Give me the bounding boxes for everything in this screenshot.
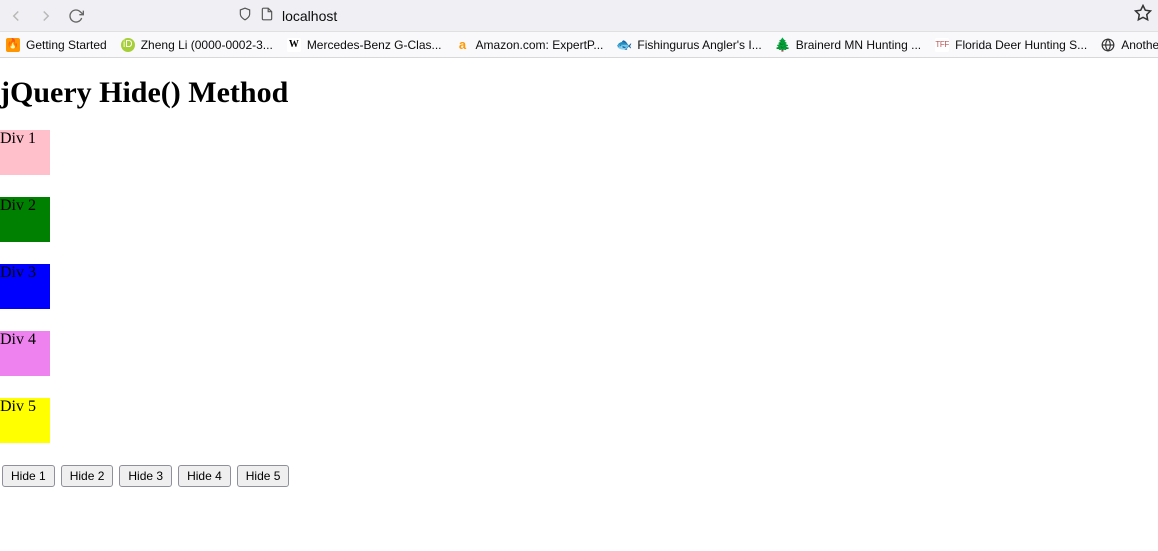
url-bar[interactable]: localhost: [238, 7, 1126, 24]
hide-1-button[interactable]: Hide 1: [2, 465, 55, 487]
bookmark-star-icon[interactable]: [1134, 4, 1152, 27]
browser-toolbar: localhost: [0, 0, 1158, 32]
bookmark-label: Another res: [1121, 38, 1158, 52]
buttons-row: Hide 1 Hide 2 Hide 3 Hide 4 Hide 5: [0, 465, 1158, 487]
tff-icon: TFF: [935, 38, 949, 52]
page-content: jQuery Hide() Method Div 1 Div 2 Div 3 D…: [0, 76, 1158, 487]
hide-3-button[interactable]: Hide 3: [119, 465, 172, 487]
nav-buttons: [6, 6, 86, 26]
back-icon[interactable]: [6, 6, 26, 26]
bookmark-item[interactable]: W Mercedes-Benz G-Clas...: [287, 38, 442, 52]
bookmark-label: Brainerd MN Hunting ...: [796, 38, 921, 52]
reload-icon[interactable]: [66, 6, 86, 26]
fish-icon: 🐟: [617, 38, 631, 52]
bookmark-item[interactable]: TFF Florida Deer Hunting S...: [935, 38, 1087, 52]
firefox-icon: 🔥: [6, 38, 20, 52]
shield-icon[interactable]: [238, 7, 252, 24]
hide-4-button[interactable]: Hide 4: [178, 465, 231, 487]
page-heading: jQuery Hide() Method: [0, 76, 1158, 110]
div-label: Div 2: [0, 197, 36, 214]
div-2-box: Div 2: [0, 197, 50, 242]
hide-2-button[interactable]: Hide 2: [61, 465, 114, 487]
globe-icon: [1101, 38, 1115, 52]
div-5-box: Div 5: [0, 398, 50, 443]
bookmark-item[interactable]: iD Zheng Li (0000-0002-3...: [121, 38, 273, 52]
orcid-icon: iD: [121, 38, 135, 52]
forward-icon[interactable]: [36, 6, 56, 26]
div-4-box: Div 4: [0, 331, 50, 376]
bookmark-label: Fishingurus Angler's I...: [637, 38, 761, 52]
bookmarks-bar: 🔥 Getting Started iD Zheng Li (0000-0002…: [0, 32, 1158, 58]
bookmark-label: Amazon.com: ExpertP...: [476, 38, 604, 52]
div-1-box: Div 1: [0, 130, 50, 175]
tree-icon: 🌲: [776, 38, 790, 52]
bookmark-label: Getting Started: [26, 38, 107, 52]
page-icon: [260, 7, 274, 24]
bookmark-item[interactable]: 🐟 Fishingurus Angler's I...: [617, 38, 761, 52]
url-text: localhost: [282, 8, 337, 24]
div-label: Div 5: [0, 398, 36, 415]
div-label: Div 4: [0, 331, 36, 348]
amazon-icon: a: [456, 38, 470, 52]
bookmark-label: Mercedes-Benz G-Clas...: [307, 38, 442, 52]
wikipedia-icon: W: [287, 38, 301, 52]
bookmark-item[interactable]: a Amazon.com: ExpertP...: [456, 38, 604, 52]
bookmark-item[interactable]: 🔥 Getting Started: [6, 38, 107, 52]
div-3-box: Div 3: [0, 264, 50, 309]
bookmark-label: Florida Deer Hunting S...: [955, 38, 1087, 52]
bookmark-item[interactable]: 🌲 Brainerd MN Hunting ...: [776, 38, 921, 52]
bookmark-label: Zheng Li (0000-0002-3...: [141, 38, 273, 52]
div-label: Div 1: [0, 130, 36, 147]
bookmark-item[interactable]: Another res: [1101, 38, 1158, 52]
div-label: Div 3: [0, 264, 36, 281]
hide-5-button[interactable]: Hide 5: [237, 465, 290, 487]
